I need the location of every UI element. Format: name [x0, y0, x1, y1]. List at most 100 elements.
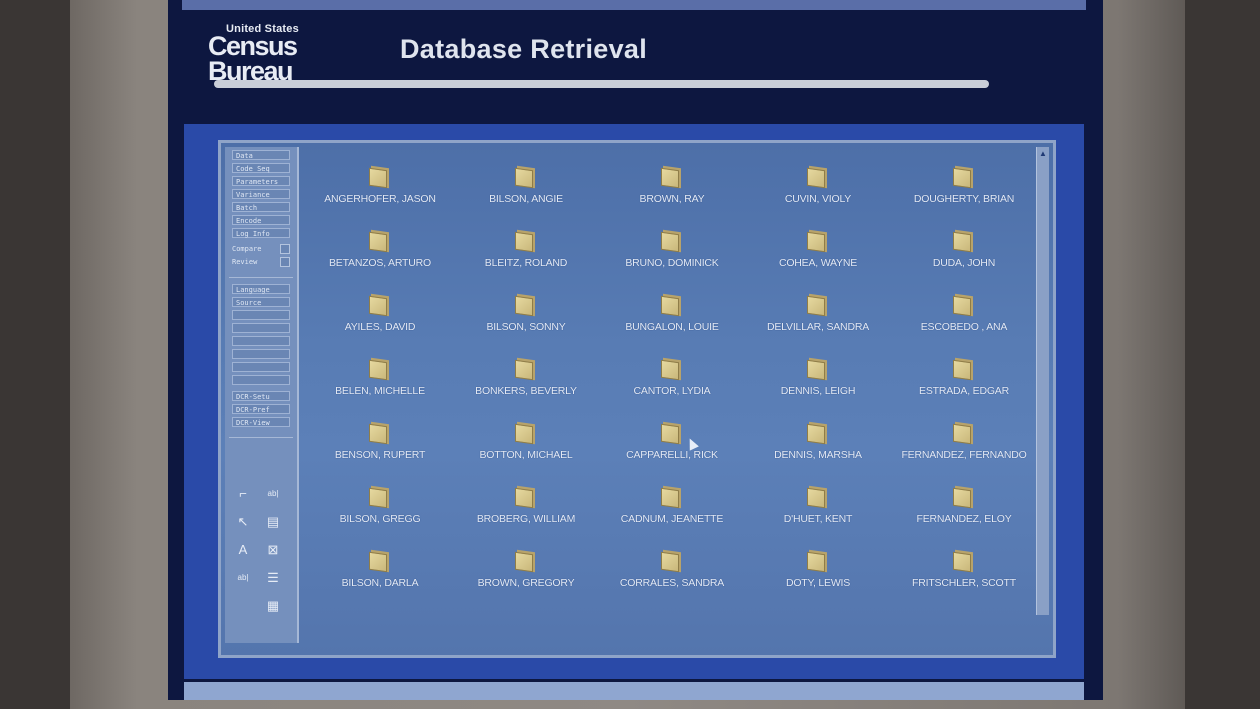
panel-button[interactable]: Code Seq	[232, 163, 290, 173]
record-label: BELEN, MICHELLE	[335, 385, 425, 397]
close-box-icon[interactable]: ⊠	[263, 541, 283, 559]
record-label: CORRALES, SANDRA	[619, 577, 725, 589]
record-folder[interactable]: CANTOR, LYDIA	[599, 357, 745, 421]
record-folder[interactable]: BILSON, DARLA	[307, 549, 453, 613]
record-label: AYILES, DAVID	[344, 321, 416, 333]
panel-divider	[229, 277, 293, 278]
record-folder[interactable]: BONKERS, BEVERLY	[453, 357, 599, 421]
record-folder[interactable]: BRUNO, DOMINICK	[599, 229, 745, 293]
record-label: BRUNO, DOMINICK	[625, 257, 719, 269]
record-folder[interactable]: BILSON, ANGIE	[453, 165, 599, 229]
record-folder[interactable]: ESTRADA, EDGAR	[891, 357, 1037, 421]
record-folder[interactable]: AYILES, DAVID	[307, 293, 453, 357]
record-folder[interactable]: DUDA, JOHN	[891, 229, 1037, 293]
scroll-up-icon[interactable]: ▲	[1038, 149, 1048, 159]
list-icon[interactable]: ▤	[263, 513, 283, 531]
panel-button[interactable]	[232, 349, 290, 359]
panel-button[interactable]: Parameters	[232, 176, 290, 186]
record-folder[interactable]: BLEITZ, ROLAND	[453, 229, 599, 293]
records-window: Data Code Seq Parameters Variance Batch Encod…	[218, 140, 1056, 658]
panel-button[interactable]: Log Info	[232, 228, 290, 238]
record-label: DOTY, LEWIS	[785, 577, 851, 589]
folder-icon	[661, 357, 683, 381]
folder-icon	[807, 293, 829, 317]
panel-button[interactable]: DCR-Setu	[232, 391, 290, 401]
record-folder[interactable]: BROWN, GREGORY	[453, 549, 599, 613]
checkbox-box[interactable]	[280, 244, 290, 254]
record-label: BROWN, GREGORY	[477, 577, 575, 589]
folder-icon	[661, 549, 683, 573]
panel-button[interactable]: DCR-View	[232, 417, 290, 427]
record-label: BROWN, RAY	[639, 193, 705, 205]
record-folder[interactable]: CUVIN, VIOLY	[745, 165, 891, 229]
panel-checkbox[interactable]: Compare	[232, 244, 290, 254]
record-label: DELVILLAR, SANDRA	[766, 321, 870, 333]
record-label: DOUGHERTY, BRIAN	[913, 193, 1015, 205]
panel-button[interactable]	[232, 362, 290, 372]
record-folder[interactable]: BUNGALON, LOUIE	[599, 293, 745, 357]
record-folder[interactable]: BILSON, GREGG	[307, 485, 453, 549]
text-field-icon[interactable]: ab|	[263, 485, 283, 503]
record-folder[interactable]: DELVILLAR, SANDRA	[745, 293, 891, 357]
record-folder[interactable]: BROBERG, WILLIAM	[453, 485, 599, 549]
record-folder[interactable]: BOTTON, MICHAEL	[453, 421, 599, 485]
record-label: CADNUM, JEANETTE	[620, 513, 724, 525]
panel-button[interactable]: Batch	[232, 202, 290, 212]
record-label: DENNIS, MARSHA	[774, 449, 862, 461]
record-folder[interactable]: DENNIS, LEIGH	[745, 357, 891, 421]
record-folder[interactable]: ANGERHOFER, JASON	[307, 165, 453, 229]
panel-button[interactable]	[232, 336, 290, 346]
panel-button[interactable]	[232, 323, 290, 333]
panel-button[interactable]: DCR-Pref	[232, 404, 290, 414]
record-folder[interactable]: FERNANDEZ, FERNANDO	[891, 421, 1037, 485]
panel-button[interactable]: Language	[232, 284, 290, 294]
folder-icon	[953, 485, 975, 509]
pointer-icon[interactable]: ↖	[233, 513, 253, 531]
panel-button[interactable]: Encode	[232, 215, 290, 225]
record-folder[interactable]: BILSON, SONNY	[453, 293, 599, 357]
folder-icon	[369, 229, 391, 253]
record-folder[interactable]: D'HUET, KENT	[745, 485, 891, 549]
checkbox-box[interactable]	[280, 257, 290, 267]
record-label: CUVIN, VIOLY	[784, 193, 852, 205]
folder-icon	[515, 293, 537, 317]
record-folder[interactable]: BELEN, MICHELLE	[307, 357, 453, 421]
select-icon[interactable]: ⌐	[233, 485, 253, 503]
record-folder[interactable]: CAPPARELLI, RICK	[599, 421, 745, 485]
record-label: BILSON, ANGIE	[489, 193, 563, 205]
record-label: BENSON, RUPERT	[334, 449, 426, 461]
text-tool-icon[interactable]: A	[233, 541, 253, 559]
record-label: ESTRADA, EDGAR	[919, 385, 1009, 397]
folder-icon	[807, 485, 829, 509]
table-icon[interactable]: ▦	[263, 597, 283, 615]
record-folder[interactable]: CORRALES, SANDRA	[599, 549, 745, 613]
record-folder[interactable]: FRITSCHLER, SCOTT	[891, 549, 1037, 613]
record-folder[interactable]: DOTY, LEWIS	[745, 549, 891, 613]
folder-icon	[953, 165, 975, 189]
folder-icon	[807, 421, 829, 445]
panel-checkbox[interactable]: Review	[232, 257, 290, 267]
record-folder[interactable]: DENNIS, MARSHA	[745, 421, 891, 485]
record-folder[interactable]: BROWN, RAY	[599, 165, 745, 229]
census-bureau-logo: United States Census Bureau	[208, 24, 308, 85]
panel-button[interactable]: Data	[232, 150, 290, 160]
folder-icon	[515, 549, 537, 573]
panel-button[interactable]	[232, 375, 290, 385]
record-folder[interactable]: BETANZOS, ARTURO	[307, 229, 453, 293]
vertical-scrollbar[interactable]: ▲	[1036, 147, 1049, 615]
record-folder[interactable]: DOUGHERTY, BRIAN	[891, 165, 1037, 229]
menu-icon[interactable]: ☰	[263, 569, 283, 587]
folder-icon	[807, 165, 829, 189]
panel-button[interactable]	[232, 310, 290, 320]
record-label: BOTTON, MICHAEL	[479, 449, 573, 461]
record-folder[interactable]: ESCOBEDO , ANA	[891, 293, 1037, 357]
record-folder[interactable]: COHEA, WAYNE	[745, 229, 891, 293]
label-icon[interactable]: ab|	[233, 569, 253, 587]
panel-button[interactable]: Variance	[232, 189, 290, 199]
panel-button[interactable]: Source	[232, 297, 290, 307]
record-folder[interactable]: BENSON, RUPERT	[307, 421, 453, 485]
folder-icon	[807, 549, 829, 573]
record-folder[interactable]: CADNUM, JEANETTE	[599, 485, 745, 549]
record-label: CAPPARELLI, RICK	[626, 449, 718, 461]
record-folder[interactable]: FERNANDEZ, ELOY	[891, 485, 1037, 549]
